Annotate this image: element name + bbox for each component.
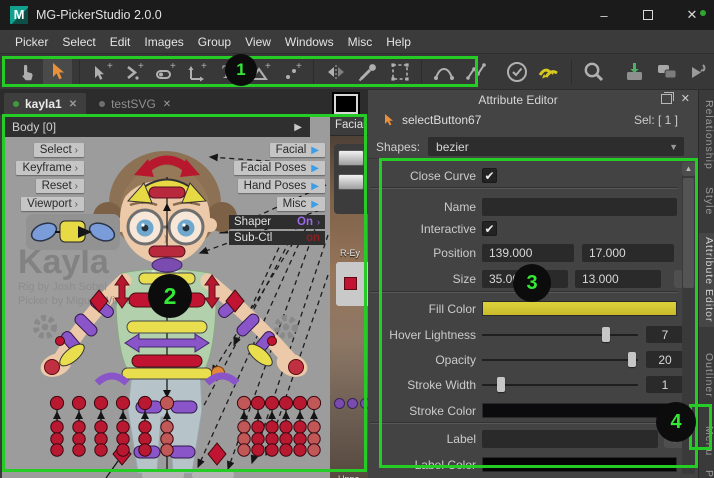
- selection-count: Sel: [ 1 ]: [634, 113, 678, 127]
- shapes-row: Shapes: bezier ▼: [368, 135, 698, 159]
- close-panel-icon[interactable]: ✕: [681, 92, 690, 105]
- window-title: MG-PickerStudio 2.0.0: [36, 8, 162, 22]
- tab-label: testSVG: [111, 97, 156, 111]
- mirror-flip-icon[interactable]: [683, 57, 713, 87]
- bottom-button-partial[interactable]: [142, 472, 184, 478]
- menu-item[interactable]: View: [238, 32, 278, 52]
- tab-label: kayla1: [25, 97, 62, 111]
- attribute-editor-header: Attribute Editor ✕: [368, 90, 698, 110]
- title-bar: M MG-PickerStudio 2.0.0 – ✕: [0, 0, 714, 30]
- tab-modified-dot: [99, 101, 105, 107]
- tab-picker[interactable]: Pic: [699, 470, 714, 478]
- annotation-marker-2: 2: [148, 274, 192, 318]
- minimize-button[interactable]: –: [582, 0, 626, 30]
- tab-kayla1[interactable]: kayla1 ✕: [4, 93, 86, 115]
- swap-flip-icon[interactable]: [534, 57, 564, 87]
- bottom-button-partial[interactable]: [192, 472, 234, 478]
- tab-relationship[interactable]: Relationship: [699, 95, 714, 175]
- close-button[interactable]: ✕: [670, 0, 714, 30]
- tab-outliner[interactable]: Outliner: [699, 339, 714, 411]
- menu-item[interactable]: Misc: [341, 32, 380, 52]
- shapes-label: Shapes:: [376, 140, 420, 154]
- object-name: selectButton67: [402, 113, 481, 127]
- facial-label: Uppe: [338, 474, 360, 478]
- annotation-marker-1: 1: [225, 54, 257, 86]
- shapes-value: bezier: [436, 140, 469, 154]
- app-logo-icon: M: [10, 6, 28, 24]
- menu-item[interactable]: Picker: [8, 32, 55, 52]
- check-apply-icon[interactable]: [502, 57, 532, 87]
- annotation-marker-3: 3: [513, 264, 551, 302]
- selected-object-row: selectButton67 Sel: [ 1 ]: [368, 110, 698, 130]
- select-cursor-icon: [382, 113, 396, 127]
- shapes-dropdown[interactable]: bezier ▼: [428, 137, 684, 156]
- document-tab-bar: kayla1 ✕ testSVG ✕: [0, 90, 368, 115]
- tab-testsvg[interactable]: testSVG ✕: [90, 93, 180, 115]
- import-image-icon[interactable]: [620, 57, 650, 87]
- app-window: M MG-PickerStudio 2.0.0 – ✕ PickerSelect…: [0, 0, 714, 478]
- float-panel-icon[interactable]: [661, 94, 672, 104]
- maximize-icon: [643, 10, 653, 20]
- namespace-square-button[interactable]: [334, 94, 358, 114]
- menu-item[interactable]: Group: [191, 32, 238, 52]
- menu-item[interactable]: Help: [379, 32, 418, 52]
- menu-bar: PickerSelectEditImagesGroupViewWindowsMi…: [0, 30, 714, 54]
- annotation-marker-4: 4: [656, 402, 696, 442]
- maximize-button[interactable]: [626, 0, 670, 30]
- tab-style[interactable]: Style: [699, 180, 714, 222]
- tab-close-icon[interactable]: ✕: [69, 99, 77, 110]
- chevron-down-icon: ▼: [669, 142, 678, 152]
- tab-close-icon[interactable]: ✕: [163, 99, 171, 110]
- menu-item[interactable]: Select: [55, 32, 102, 52]
- menu-item[interactable]: Edit: [103, 32, 138, 52]
- search-icon[interactable]: [579, 57, 609, 87]
- status-dot: [700, 10, 706, 16]
- menu-item[interactable]: Images: [137, 32, 190, 52]
- tab-modified-dot: [13, 101, 19, 107]
- panel-title: Attribute Editor: [368, 93, 668, 107]
- menu-item[interactable]: Windows: [278, 32, 341, 52]
- comments-icon[interactable]: [652, 57, 682, 87]
- tab-attribute-editor[interactable]: Attribute Editor: [699, 233, 714, 327]
- annotation-rect-attributes: [379, 158, 698, 468]
